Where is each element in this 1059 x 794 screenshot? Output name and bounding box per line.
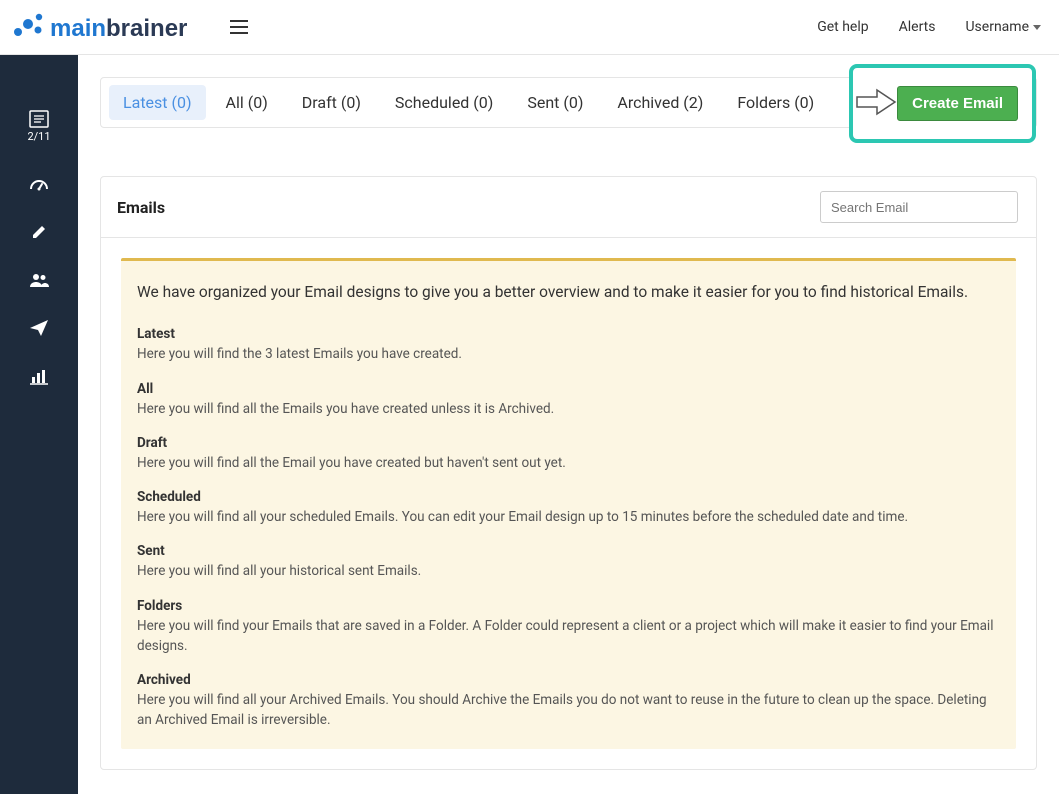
info-section-title: Latest xyxy=(137,326,1000,342)
panel-body: We have organized your Email designs to … xyxy=(101,238,1036,769)
create-email-button[interactable]: Create Email xyxy=(897,86,1018,121)
info-section-title: Sent xyxy=(137,543,1000,559)
info-section-title: Folders xyxy=(137,598,1000,614)
tab-latest[interactable]: Latest (0) xyxy=(109,85,206,120)
main-content: Latest (0) All (0) Draft (0) Scheduled (… xyxy=(78,55,1059,794)
emails-panel: Emails We have organized your Email desi… xyxy=(100,176,1037,770)
info-section-text: Here you will find your Emails that are … xyxy=(137,616,1000,657)
sidebar-item-checklist[interactable]: 2/11 xyxy=(0,110,78,143)
logo[interactable]: mainbrainer xyxy=(8,10,210,44)
tab-folders[interactable]: Folders (0) xyxy=(723,85,828,120)
info-section-text: Here you will find all your Archived Ema… xyxy=(137,690,1000,731)
info-section-title: Scheduled xyxy=(137,489,1000,505)
username-label: Username xyxy=(965,19,1029,35)
info-box: We have organized your Email designs to … xyxy=(121,258,1016,749)
info-section-all: All Here you will find all the Emails yo… xyxy=(137,381,1000,419)
sidebar-item-contacts[interactable] xyxy=(0,273,78,287)
search-input[interactable] xyxy=(820,191,1018,223)
panel-header: Emails xyxy=(101,177,1036,238)
sidebar-item-reports[interactable] xyxy=(0,369,78,385)
info-section-title: Draft xyxy=(137,435,1000,451)
info-section-title: All xyxy=(137,381,1000,397)
sidebar-counter: 2/11 xyxy=(0,130,78,143)
info-section-text: Here you will find the 3 latest Emails y… xyxy=(137,344,1000,364)
create-email-highlight: Create Email xyxy=(849,64,1036,143)
info-lead-text: We have organized your Email designs to … xyxy=(137,281,1000,304)
header-right: Get help Alerts Username xyxy=(817,19,1041,35)
chevron-down-icon xyxy=(1033,25,1041,30)
info-section-latest: Latest Here you will find the 3 latest E… xyxy=(137,326,1000,364)
sidebar-item-edit[interactable] xyxy=(0,223,78,241)
info-section-folders: Folders Here you will find your Emails t… xyxy=(137,598,1000,657)
user-menu[interactable]: Username xyxy=(965,19,1041,35)
info-section-text: Here you will find all the Email you hav… xyxy=(137,453,1000,473)
sidebar: 2/11 xyxy=(0,55,78,794)
info-section-scheduled: Scheduled Here you will find all your sc… xyxy=(137,489,1000,527)
tabs-bar: Latest (0) All (0) Draft (0) Scheduled (… xyxy=(100,77,1037,128)
arrow-right-icon xyxy=(855,87,897,121)
info-section-draft: Draft Here you will find all the Email y… xyxy=(137,435,1000,473)
tab-draft[interactable]: Draft (0) xyxy=(288,85,375,120)
info-section-title: Archived xyxy=(137,672,1000,688)
sidebar-item-send[interactable] xyxy=(0,319,78,337)
panel-title: Emails xyxy=(117,198,165,217)
tab-sent[interactable]: Sent (0) xyxy=(513,85,597,120)
info-section-archived: Archived Here you will find all your Arc… xyxy=(137,672,1000,731)
info-section-text: Here you will find all your historical s… xyxy=(137,561,1000,581)
tab-archived[interactable]: Archived (2) xyxy=(603,85,717,120)
tab-scheduled[interactable]: Scheduled (0) xyxy=(381,85,507,120)
info-section-text: Here you will find all your scheduled Em… xyxy=(137,507,1000,527)
info-section-sent: Sent Here you will find all your histori… xyxy=(137,543,1000,581)
get-help-link[interactable]: Get help xyxy=(817,19,868,35)
menu-toggle-icon[interactable] xyxy=(230,20,248,34)
app-header: mainbrainer Get help Alerts Username xyxy=(0,0,1059,55)
alerts-link[interactable]: Alerts xyxy=(899,19,936,35)
tab-all[interactable]: All (0) xyxy=(212,85,282,120)
header-left: mainbrainer xyxy=(8,10,248,44)
sidebar-item-dashboard[interactable] xyxy=(0,175,78,191)
info-section-text: Here you will find all the Emails you ha… xyxy=(137,399,1000,419)
svg-text:mainbrainer: mainbrainer xyxy=(50,15,187,42)
